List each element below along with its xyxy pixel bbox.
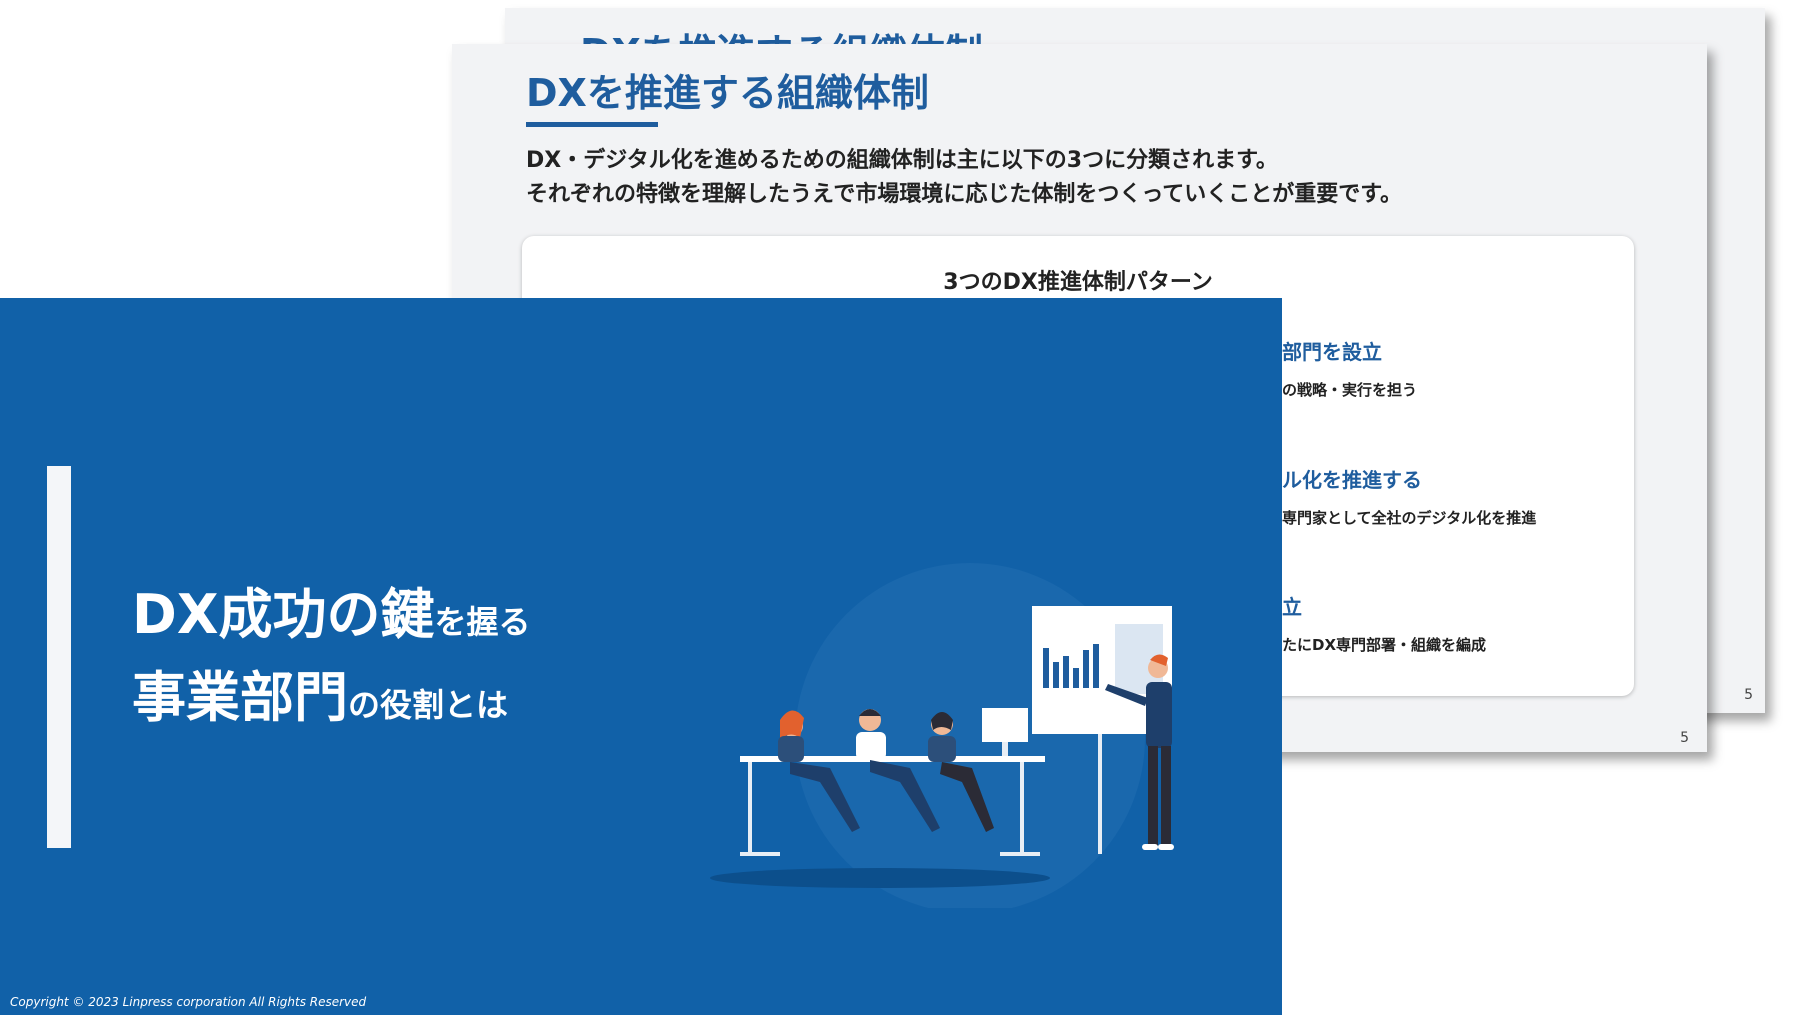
pattern-heading: 部門を設立 [1282,340,1382,364]
middle-slide-page-number: 5 [1680,730,1689,746]
cover-slide: DX成功の鍵を握る 事業部門の役割とは Copyright © 2023 Lin… [0,298,1282,1015]
cover-title-line-2: 事業部門の役割とは [132,663,530,746]
pattern-desc: の戦略・実行を担う [1282,381,1418,399]
pattern-item: 部門を設立 の戦略・実行を担う [1282,336,1417,400]
cover-title-small-1: を握る [434,603,531,641]
cover-title: DX成功の鍵を握る 事業部門の役割とは [132,580,530,746]
lead-line-2: それぞれの特徴を理解したうえで市場環境に応じた体制をつくっていくことが重要です。 [526,182,1403,207]
title-underline [526,122,658,127]
lead-text: DX・デジタル化を進めるための組織体制は主に以下の3つに分類されます。 それぞれ… [526,144,1402,212]
pattern-heading: ル化を推進する [1282,468,1422,492]
pattern-item: ル化を推進する 専門家として全社のデジタル化を推進 [1282,464,1536,528]
panel-title: 3つのDX推進体制パターン [943,270,1213,295]
accent-bar [47,466,71,848]
pattern-desc: 専門家として全社のデジタル化を推進 [1282,509,1537,527]
meeting-illustration [710,563,1174,908]
cover-title-big-1: DX成功の鍵 [132,583,435,646]
pattern-heading: 立 [1282,595,1302,619]
slide-stack: DXを推進する組織体制 5 DXを推進する組織体制 DX・デジタル化を進めるため… [0,0,1796,1015]
floor-shadow [710,868,1050,888]
copyright-text: Copyright © 2023 Linpress corporation Al… [10,995,367,1009]
pattern-item: 立 たにDX専門部署・組織を編成 [1282,591,1486,655]
cover-title-big-2: 事業部門 [132,666,348,729]
pattern-desc: たにDX専門部署・組織を編成 [1282,636,1487,654]
lead-line-1: DX・デジタル化を進めるための組織体制は主に以下の3つに分類されます。 [526,148,1278,173]
cover-title-line-1: DX成功の鍵を握る [132,580,530,663]
back-slide-page-number: 5 [1744,687,1753,703]
middle-slide-title: DXを推進する組織体制 [526,71,929,115]
cover-title-small-2: の役割とは [348,686,509,724]
